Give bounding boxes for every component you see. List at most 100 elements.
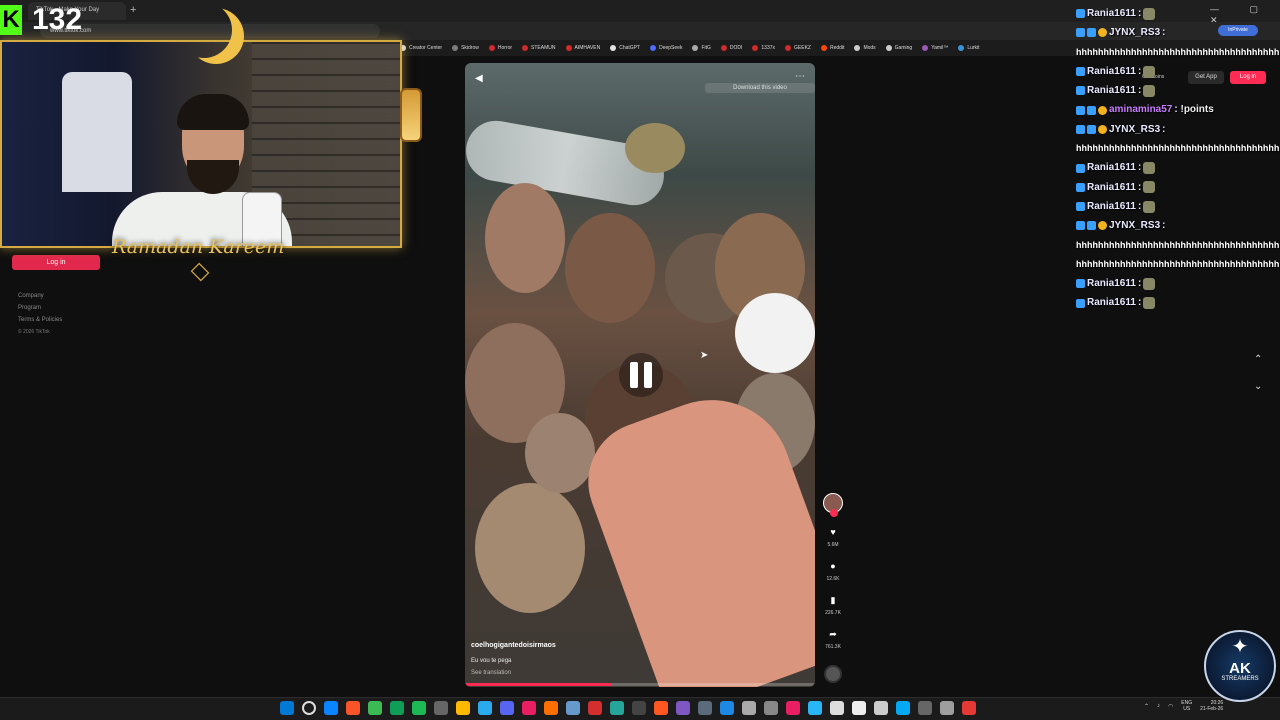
emote-icon xyxy=(1143,297,1156,310)
bookmark-item[interactable]: Horror xyxy=(488,45,512,51)
taskbar-app-icon[interactable] xyxy=(434,701,448,715)
chat-username[interactable]: aminamina57 xyxy=(1109,100,1172,119)
more-options-icon[interactable]: ⋯ xyxy=(795,71,805,82)
taskbar-app-icon[interactable] xyxy=(940,701,954,715)
comment-count: 12.6K xyxy=(826,576,840,582)
video-progress-bar[interactable] xyxy=(465,683,815,686)
bookmark-item[interactable]: DeepSeek xyxy=(650,45,682,51)
taskbar-app-icon[interactable] xyxy=(324,701,338,715)
taskbar-app-icon[interactable] xyxy=(874,701,888,715)
bookmark-item[interactable]: Reddit xyxy=(820,45,844,51)
volume-icon[interactable]: ◀ xyxy=(475,73,483,84)
chat-username[interactable]: Rania1611 xyxy=(1087,293,1136,312)
chat-username[interactable]: Rania1611 xyxy=(1087,158,1136,177)
kick-badge-icon xyxy=(1076,163,1085,173)
bookmark-item[interactable]: Skidrow xyxy=(452,45,479,51)
taskbar-app-icon[interactable] xyxy=(654,701,668,715)
pause-icon[interactable] xyxy=(619,353,663,397)
see-translation-link[interactable]: See translation xyxy=(471,670,511,676)
video-player[interactable]: ◀ ⋯ Download this video coelhogigantedoi… xyxy=(465,63,815,687)
windows-start-icon[interactable] xyxy=(280,701,294,715)
bookmark-item[interactable]: Gaming xyxy=(885,45,912,51)
bookmark-item[interactable]: STEAMUN xyxy=(522,45,556,51)
kick-badge-icon xyxy=(1087,221,1096,231)
footer-program-link[interactable]: Program xyxy=(18,302,62,314)
ramadan-kareem-text: Ramadan Kareem xyxy=(112,236,285,258)
taskbar-app-icon[interactable] xyxy=(456,701,470,715)
download-video-button[interactable]: Download this video xyxy=(705,83,815,93)
bookmark-item[interactable]: FitG xyxy=(692,45,711,51)
heart-icon[interactable]: ♥ xyxy=(830,527,835,538)
bookmark-item[interactable]: Mods xyxy=(854,45,876,51)
chat-message: Rania1611 : xyxy=(1076,178,1280,197)
taskbar-app-icon[interactable] xyxy=(698,701,712,715)
chat-username[interactable]: Rania1611 xyxy=(1087,81,1136,100)
chevron-up-icon[interactable]: ⌃ xyxy=(1254,354,1262,365)
creator-avatar[interactable] xyxy=(823,493,843,517)
video-author[interactable]: coelhogigantedoisirmaos xyxy=(471,642,556,649)
taskbar-app-icon[interactable] xyxy=(412,701,426,715)
taskbar-app-icon[interactable] xyxy=(808,701,822,715)
bookmark-icon xyxy=(922,45,929,51)
chevron-up-tray-icon[interactable]: ⌃ xyxy=(1144,703,1149,710)
taskbar-app-icon[interactable] xyxy=(632,701,646,715)
login-button-sidebar[interactable]: Log in xyxy=(12,255,100,270)
new-tab-button[interactable]: + xyxy=(130,4,136,16)
lantern-icon xyxy=(400,88,422,142)
bookmark-icon xyxy=(885,45,892,51)
chat-username[interactable]: JYNX_RS3 xyxy=(1109,216,1160,235)
taskbar-app-icon[interactable] xyxy=(786,701,800,715)
taskbar-app-icon[interactable] xyxy=(896,701,910,715)
chat-username[interactable]: JYNX_RS3 xyxy=(1109,120,1160,139)
taskbar-app-icon[interactable] xyxy=(720,701,734,715)
taskbar-app-icon[interactable] xyxy=(742,701,756,715)
bookmark-item[interactable]: Yamil™ xyxy=(922,45,948,51)
taskbar-app-icon[interactable] xyxy=(390,701,404,715)
taskbar-app-icon[interactable] xyxy=(500,701,514,715)
taskbar-app-icon[interactable] xyxy=(368,701,382,715)
volume-tray-icon[interactable]: ♪ xyxy=(1157,703,1160,709)
taskbar-app-icon[interactable] xyxy=(962,701,976,715)
language-indicator[interactable]: ENG US xyxy=(1181,700,1192,712)
taskbar-app-icon[interactable] xyxy=(764,701,778,715)
chat-username[interactable]: Rania1611 xyxy=(1087,274,1136,293)
search-icon[interactable] xyxy=(302,701,316,715)
taskbar-app-icon[interactable] xyxy=(918,701,932,715)
taskbar-app-icon[interactable] xyxy=(610,701,624,715)
chat-username[interactable]: Rania1611 xyxy=(1087,197,1136,216)
taskbar-app-icon[interactable] xyxy=(478,701,492,715)
taskbar-app-icon[interactable] xyxy=(830,701,844,715)
emote-icon xyxy=(1143,162,1156,175)
guinea-pig-white xyxy=(735,293,815,373)
bookmark-item[interactable]: 1337x xyxy=(752,45,775,51)
chat-username[interactable]: Rania1611 xyxy=(1087,62,1136,81)
share-icon[interactable]: ➦ xyxy=(829,629,837,640)
chevron-down-icon[interactable]: ⌄ xyxy=(1254,381,1262,392)
bookmark-item[interactable]: DODI xyxy=(720,45,742,51)
footer-company-link[interactable]: Company xyxy=(18,290,62,302)
taskbar-app-icon[interactable] xyxy=(566,701,580,715)
taskbar-app-icon[interactable] xyxy=(852,701,866,715)
comment-icon[interactable]: ● xyxy=(830,561,835,572)
wifi-tray-icon[interactable]: ◠ xyxy=(1168,703,1173,710)
chat-username[interactable]: Rania1611 xyxy=(1087,178,1136,197)
bookmark-item[interactable]: GEEKZ xyxy=(785,45,811,51)
chat-username[interactable]: JYNX_RS3 xyxy=(1109,23,1160,42)
chat-message: Rania1611 : xyxy=(1076,158,1280,177)
bookmark-item[interactable]: AIMHAVEN xyxy=(565,45,600,51)
footer-terms-link[interactable]: Terms & Policies xyxy=(18,314,62,326)
taskbar-app-icon[interactable] xyxy=(676,701,690,715)
chat-username[interactable]: Rania1611 xyxy=(1087,4,1136,23)
clock[interactable]: 20:26 21-Feb-26 xyxy=(1200,700,1223,712)
bookmark-item[interactable]: ChatGPT xyxy=(610,45,640,51)
taskbar-app-icon[interactable] xyxy=(522,701,536,715)
taskbar-app-icon[interactable] xyxy=(544,701,558,715)
kick-badge-icon xyxy=(1076,221,1085,231)
bookmark-item[interactable]: Lurkit xyxy=(958,45,980,51)
bookmark-item[interactable]: Creator Center xyxy=(400,45,442,51)
bookmark-icon[interactable]: ▮ xyxy=(831,595,836,606)
music-disc-icon[interactable] xyxy=(824,665,842,683)
follow-plus-icon[interactable] xyxy=(830,509,838,517)
taskbar-app-icon[interactable] xyxy=(346,701,360,715)
taskbar-app-icon[interactable] xyxy=(588,701,602,715)
